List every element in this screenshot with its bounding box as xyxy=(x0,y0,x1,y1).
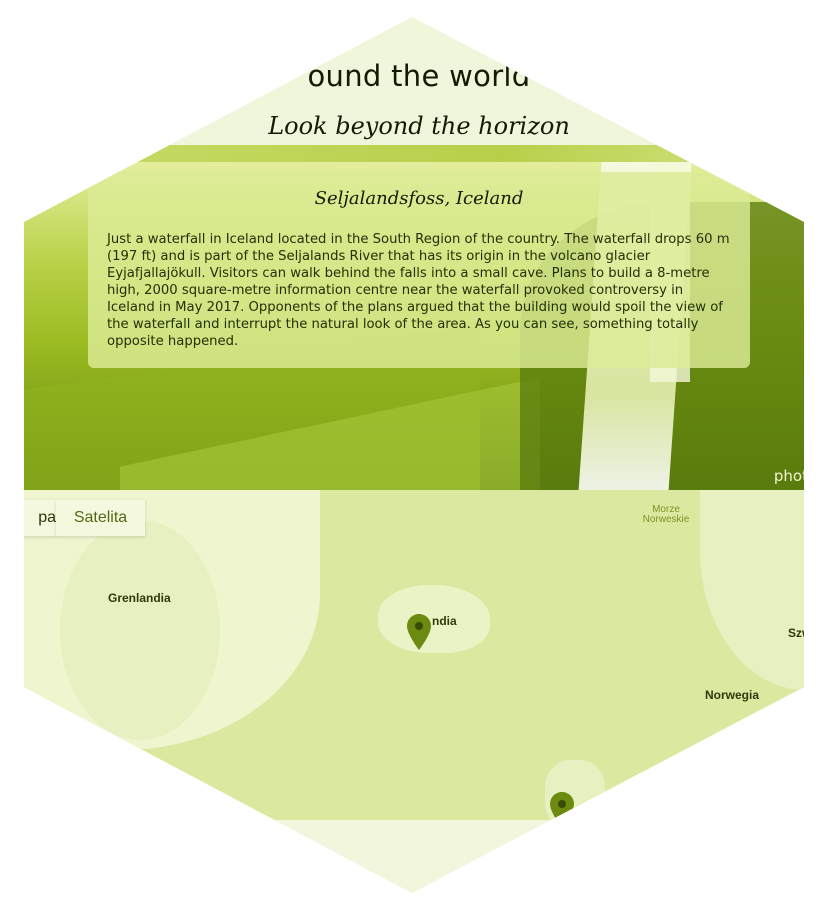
map-label-greenland: Grenlandia xyxy=(108,591,171,605)
map-land-norway xyxy=(700,490,804,690)
featured-info-card: Seljalandsfoss, Iceland Just a waterfall… xyxy=(88,172,750,368)
hexagon-frame: ound the world Look beyond the horizon p… xyxy=(24,17,812,893)
featured-title: Seljalandsfoss, Iceland xyxy=(314,188,524,209)
map-label-norway: Norwegia xyxy=(705,688,760,702)
map-type-satellite-button[interactable]: Satelita xyxy=(56,500,145,536)
map-label-sea: Morze Norweskie xyxy=(636,505,696,525)
map-label-sea-text: Morze Norweskie xyxy=(642,504,690,525)
page-bottom-area xyxy=(24,820,804,893)
map-label-iceland: ndia xyxy=(432,614,457,628)
featured-description: Just a waterfall in Iceland located in t… xyxy=(107,232,730,349)
map-type-map-button[interactable]: pa xyxy=(24,500,57,536)
site-title: ound the world xyxy=(307,59,531,93)
header-divider xyxy=(24,145,804,162)
map-embed[interactable]: pa Satelita Morze Norweskie Grenlandia n… xyxy=(24,490,812,820)
map-pin-icon[interactable] xyxy=(407,614,431,650)
map-label-sweden: Szw xyxy=(788,626,812,640)
photo-credit[interactable]: phot xyxy=(774,467,804,485)
map-land-greenland xyxy=(60,520,220,740)
map-pin-icon[interactable] xyxy=(550,792,574,820)
site-header: ound the world Look beyond the horizon xyxy=(24,17,804,145)
site-tagline: Look beyond the horizon xyxy=(268,112,570,140)
